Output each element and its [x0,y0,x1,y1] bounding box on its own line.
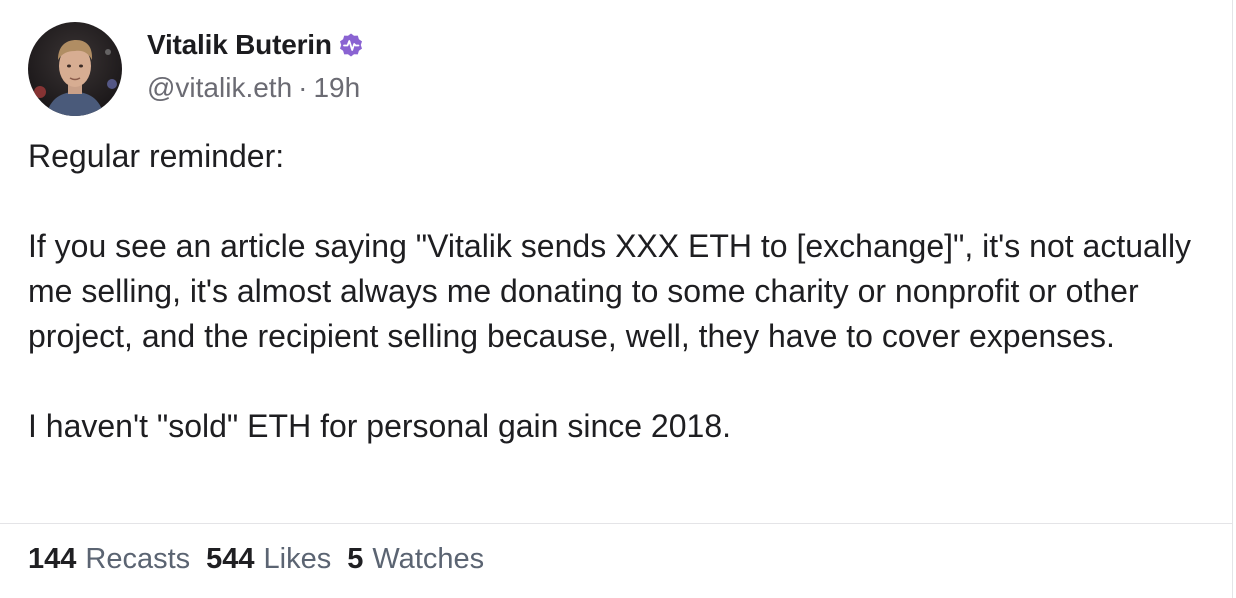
recasts-label: Recasts [85,543,191,575]
recasts-stat[interactable]: 144 Recasts [28,543,190,576]
author-meta: @vitalik.eth · 19h [147,72,364,104]
cast-paragraph: I haven't "sold" ETH for personal gain s… [28,408,731,444]
watches-count: 5 [347,543,364,575]
verified-pulse-icon [339,33,362,57]
cast-paragraph: If you see an article saying "Vitalik se… [28,228,1192,354]
stats-divider [0,523,1233,524]
likes-stat[interactable]: 544 Likes [206,543,331,576]
cast-header: Vitalik Buterin @vitalik.eth · 19h [28,22,364,116]
author-name-row: Vitalik Buterin [147,28,364,62]
meta-separator: · [298,72,308,103]
author-name[interactable]: Vitalik Buterin [147,29,332,61]
recasts-count: 144 [28,543,77,575]
watches-stat[interactable]: 5 Watches [347,543,484,576]
cast-stats: 144 Recasts 544 Likes 5 Watches [28,543,500,576]
author-identity: Vitalik Buterin @vitalik.eth · 19h [147,28,364,104]
likes-label: Likes [263,543,332,575]
avatar-image [28,22,122,116]
author-handle[interactable]: @vitalik.eth [147,72,292,103]
watches-label: Watches [372,543,485,575]
avatar[interactable] [28,22,122,116]
cast-body: Regular reminder: If you see an article … [28,134,1213,449]
cast-card: Vitalik Buterin @vitalik.eth · 19h Regular… [0,0,1233,598]
post-timestamp[interactable]: 19h [313,72,360,103]
cast-paragraph: Regular reminder: [28,138,285,174]
likes-count: 544 [206,543,255,575]
